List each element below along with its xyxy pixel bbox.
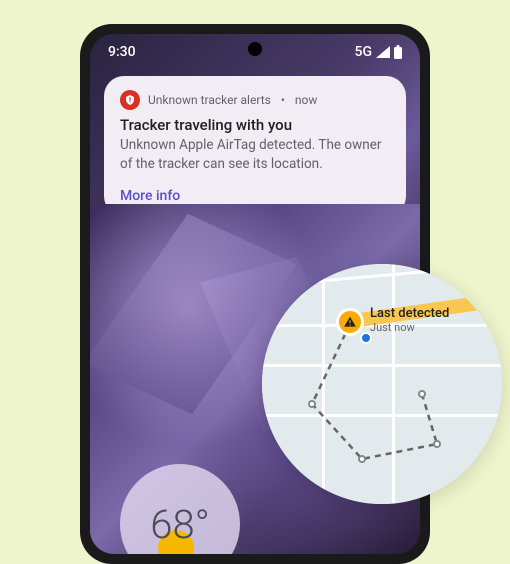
status-time: 9:30 — [108, 44, 136, 60]
network-label: 5G — [355, 44, 373, 60]
tracker-marker-icon — [336, 308, 364, 336]
shield-alert-icon — [120, 90, 140, 110]
notification-app-name: Unknown tracker alerts — [148, 93, 271, 107]
map-label-subtitle: Just now — [370, 321, 449, 334]
battery-icon — [394, 45, 402, 59]
notification-header: Unknown tracker alerts • now — [120, 90, 390, 110]
tracker-path — [262, 264, 502, 504]
notification-title: Tracker traveling with you — [120, 116, 390, 134]
path-point — [358, 455, 366, 463]
map-label-title: Last detected — [370, 306, 449, 321]
map-label: Last detected Just now — [370, 306, 449, 334]
notification-body: Unknown Apple AirTag detected. The owner… — [120, 136, 390, 174]
more-info-button[interactable]: More info — [120, 188, 390, 204]
signal-icon — [376, 46, 390, 58]
path-point — [418, 390, 426, 398]
weather-temperature: 68° — [150, 501, 210, 548]
notification-card[interactable]: Unknown tracker alerts • now Tracker tra… — [104, 76, 406, 216]
notification-separator: • — [281, 93, 285, 107]
notification-timestamp: now — [295, 93, 318, 107]
path-point — [433, 440, 441, 448]
path-point — [308, 400, 316, 408]
map-detail[interactable]: Last detected Just now — [262, 264, 502, 504]
camera-notch — [248, 42, 262, 56]
status-indicators: 5G — [355, 44, 403, 60]
